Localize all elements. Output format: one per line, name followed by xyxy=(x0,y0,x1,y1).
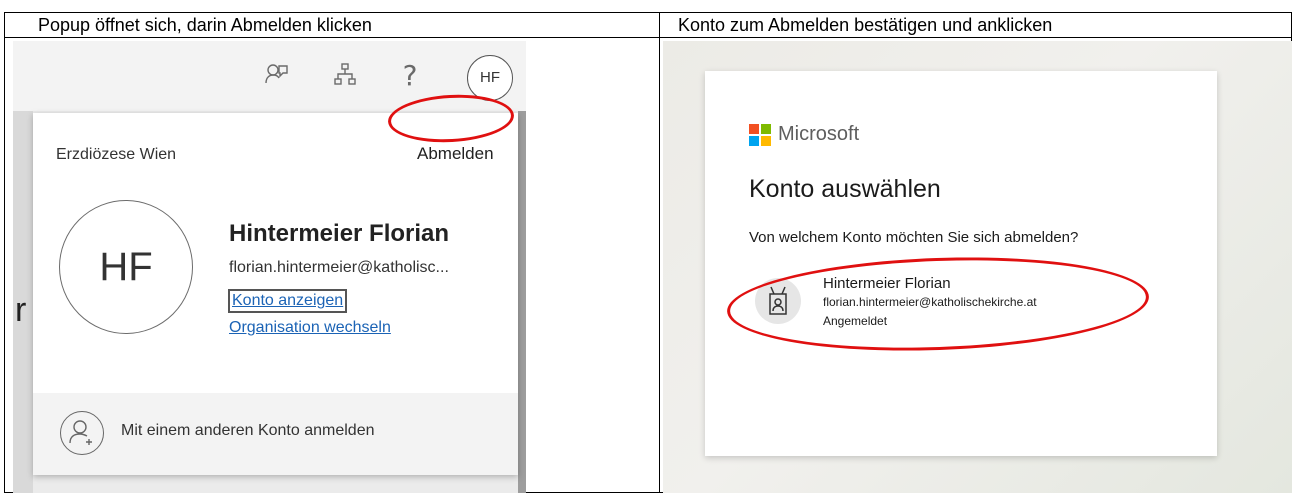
signout-question: Von welchem Konto möchten Sie sich abmel… xyxy=(749,229,1079,246)
account-popup: Erzdiözese Wien Abmelden HF Hintermeier … xyxy=(33,113,518,475)
add-user-icon xyxy=(60,411,104,455)
feedback-icon[interactable] xyxy=(261,61,291,91)
view-account-link[interactable]: Konto anzeigen xyxy=(228,289,348,313)
right-column-header: Konto zum Abmelden bestätigen und anklic… xyxy=(678,15,1053,35)
table-header-row: Popup öffnet sich, darin Abmelden klicke… xyxy=(5,13,1291,38)
signout-link[interactable]: Abmelden xyxy=(417,144,494,164)
other-account-row[interactable]: Mit einem anderen Konto anmelden xyxy=(33,393,518,475)
pick-account-title: Konto auswählen xyxy=(749,175,941,203)
background-scrollbar xyxy=(518,111,526,493)
column-divider xyxy=(659,13,660,492)
other-account-label: Mit einem anderen Konto anmelden xyxy=(121,422,375,439)
profile-avatar: HF xyxy=(59,200,193,334)
org-chart-icon[interactable] xyxy=(330,61,360,91)
user-display-name: Hintermeier Florian xyxy=(229,220,450,247)
topbar-avatar[interactable]: HF xyxy=(467,55,513,101)
left-column-header: Popup öffnet sich, darin Abmelden klicke… xyxy=(38,15,372,35)
microsoft-logo-icon xyxy=(749,124,771,146)
background-text-fragment: r xyxy=(15,291,27,329)
user-email: florian.hintermeier@katholisc... xyxy=(229,259,449,276)
help-icon[interactable]: ? xyxy=(395,61,425,91)
microsoft-wordmark: Microsoft xyxy=(778,123,860,145)
organization-name: Erzdiözese Wien xyxy=(56,146,177,163)
switch-organization-link[interactable]: Organisation wechseln xyxy=(229,319,391,337)
